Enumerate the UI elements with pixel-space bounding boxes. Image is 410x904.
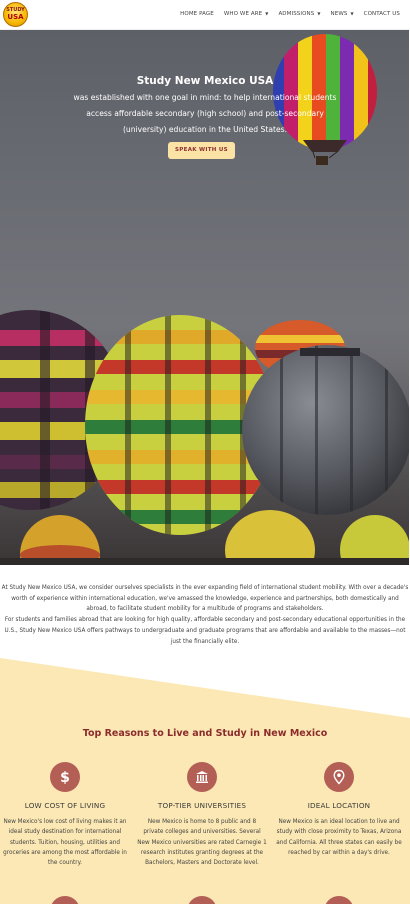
dollar-icon: $ (50, 762, 80, 792)
nav-home-page[interactable]: HOME PAGE (180, 11, 214, 17)
feature-title: IDEAL LOCATION (307, 801, 371, 810)
reasons-title: Top Reasons to Live and Study in New Mex… (82, 728, 328, 739)
main-navigation: HOME PAGE WHO WE ARE ▼ ADMISSIONS ▼ NEWS ▼ … (170, 11, 400, 17)
feature-description: New Mexico is home to 8 public and 8 pri… (137, 819, 267, 867)
feature-description: New Mexico's low cost of living makes it… (3, 819, 127, 867)
chevron-down-icon: ▼ (350, 11, 354, 16)
nav-who-we-are[interactable]: WHO WE ARE ▼ (224, 11, 269, 17)
svg-text:$: $ (60, 770, 70, 785)
study-usa-logo[interactable]: STUDY USA (3, 2, 28, 27)
feature-location: IDEAL LOCATION New Mexico is an ideal lo… (274, 762, 404, 858)
nav-admissions[interactable]: ADMISSIONS ▼ (278, 11, 320, 17)
chevron-down-icon: ▼ (317, 11, 321, 16)
intro-text: At Study New Mexico USA, we consider our… (0, 583, 410, 647)
intro-paragraph-2: For students and families abroad that ar… (4, 617, 406, 645)
university-building-icon (187, 762, 217, 792)
feature-description: New Mexico is an ideal location to live … (276, 819, 402, 856)
nav-label: ADMISSIONS (278, 11, 315, 17)
nav-contact-us[interactable]: CONTACT US (364, 11, 400, 17)
hero-banner: Study New Mexico USA was established wit… (0, 30, 409, 565)
feature-universities: TOP-TIER UNIVERSITIES New Mexico is home… (137, 762, 267, 868)
intro-paragraph-1: At Study New Mexico USA, we consider our… (1, 585, 409, 613)
feature-low-cost: $ LOW COST OF LIVING New Mexico's low co… (0, 762, 130, 868)
hero-subtitle: was established with one goal in mind: t… (73, 93, 337, 134)
location-pin-icon (324, 762, 354, 792)
nav-label: HOME PAGE (180, 11, 214, 17)
site-header: STUDY USA HOME PAGE WHO WE ARE ▼ ADMISSIO… (0, 0, 410, 30)
logo-text-bottom: USA (7, 13, 24, 21)
feature-title: LOW COST OF LIVING (24, 801, 106, 810)
speak-with-us-button[interactable]: SPEAK WITH US (168, 142, 235, 159)
nav-label: NEWS (330, 11, 348, 17)
nav-label: CONTACT US (363, 11, 400, 17)
chevron-down-icon: ▼ (265, 11, 269, 16)
nav-news[interactable]: NEWS ▼ (331, 11, 354, 17)
nav-label: WHO WE ARE (223, 11, 263, 17)
feature-title: TOP-TIER UNIVERSITIES (157, 801, 247, 810)
hero-title: Study New Mexico USA (136, 75, 274, 87)
